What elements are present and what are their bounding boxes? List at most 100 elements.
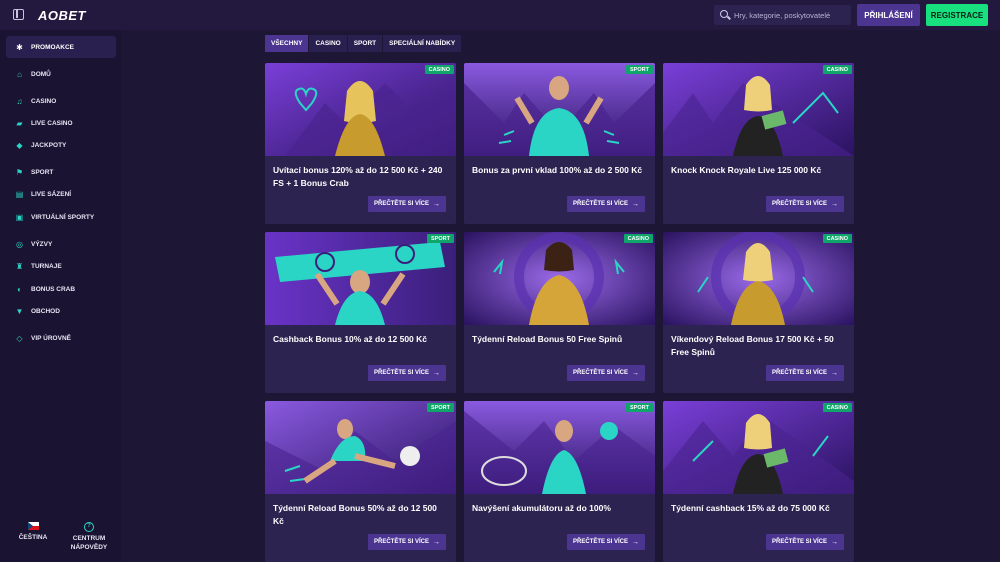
sidebar-footer: ČEŠTINA ? CENTRUM NÁPOVĚDY bbox=[0, 522, 121, 562]
promo-card[interactable]: SPORT Cashback Bonus 10% až do 12 500 Kč… bbox=[265, 232, 456, 393]
category-badge: CASINO bbox=[822, 65, 852, 74]
promo-image: CASINO bbox=[663, 232, 854, 325]
promo-card[interactable]: CASINO Týdenní cashback 15% až do 75 000… bbox=[663, 401, 854, 562]
login-button[interactable]: PŘIHLÁŠENÍ bbox=[857, 4, 920, 26]
read-more-button[interactable]: PŘEČTĚTE SI VÍCE → bbox=[566, 365, 645, 381]
category-badge: SPORT bbox=[427, 403, 454, 412]
read-more-button[interactable]: PŘEČTĚTE SI VÍCE → bbox=[765, 365, 844, 381]
help-center-link[interactable]: ? CENTRUM NÁPOVĚDY bbox=[68, 522, 110, 552]
promo-title: Týdenní Reload Bonus 50 Free Spinů bbox=[472, 334, 623, 344]
promo-image: SPORT bbox=[265, 401, 456, 494]
promo-card[interactable]: CASINO Týdenní Reload Bonus 50 Free Spin… bbox=[464, 232, 655, 393]
promo-card[interactable]: SPORT Bonus za první vklad 100% až do 2 … bbox=[464, 63, 655, 224]
promo-image: SPORT bbox=[265, 232, 456, 325]
promo-image: CASINO bbox=[663, 401, 854, 494]
brand-logo[interactable]: AOBET bbox=[38, 8, 86, 23]
sidebar-item-domu[interactable]: ⌂ DOMŮ bbox=[6, 63, 116, 85]
read-more-label: PŘEČTĚTE SI VÍCE bbox=[572, 370, 628, 376]
language-selector[interactable]: ČEŠTINA bbox=[18, 522, 48, 542]
arrow-right-icon: → bbox=[831, 538, 838, 546]
home-icon: ⌂ bbox=[17, 69, 22, 79]
crab-icon: ◐ bbox=[17, 284, 22, 294]
search-icon bbox=[720, 10, 728, 18]
read-more-label: PŘEČTĚTE SI VÍCE bbox=[373, 370, 429, 376]
read-more-button[interactable]: PŘEČTĚTE SI VÍCE → bbox=[566, 196, 645, 212]
sidebar-item-promoakce[interactable]: ✱ PROMOAKCE bbox=[6, 36, 116, 58]
sidebar-item-sport[interactable]: ⚑ SPORT bbox=[6, 161, 116, 183]
promo-title: Týdenní cashback 15% až do 75 000 Kč bbox=[671, 503, 830, 513]
promo-title: Cashback Bonus 10% až do 12 500 Kč bbox=[273, 334, 428, 344]
arrow-right-icon: → bbox=[433, 538, 440, 546]
read-more-label: PŘEČTĚTE SI VÍCE bbox=[771, 201, 827, 207]
promo-title: Týdenní Reload Bonus 50% až do 12 500 Kč bbox=[273, 503, 437, 526]
category-badge: SPORT bbox=[626, 65, 653, 74]
read-more-button[interactable]: PŘEČTĚTE SI VÍCE → bbox=[765, 196, 844, 212]
sidebar-item-vyzvy[interactable]: ◎ VÝZVY bbox=[6, 233, 116, 255]
sidebar-item-bonus-crab[interactable]: ◐ BONUS CRAB bbox=[6, 278, 116, 300]
read-more-button[interactable]: PŘEČTĚTE SI VÍCE → bbox=[367, 365, 446, 381]
category-tabs: VŠECHNY CASINO SPORT SPECIÁLNÍ NABÍDKY bbox=[265, 35, 462, 52]
promo-title: Víkendový Reload Bonus 17 500 Kč + 50 Fr… bbox=[671, 334, 834, 357]
promo-card[interactable]: CASINO Knock Knock Royale Live 125 000 K… bbox=[663, 63, 854, 224]
medal-icon: ◎ bbox=[16, 239, 23, 249]
read-more-label: PŘEČTĚTE SI VÍCE bbox=[771, 370, 827, 376]
diamond-icon: ◆ bbox=[16, 140, 23, 150]
sidebar-item-obchod[interactable]: ▼ OBCHOD bbox=[6, 300, 116, 322]
shop-icon: ▼ bbox=[15, 306, 24, 316]
promo-icon: ✱ bbox=[16, 42, 23, 52]
cards-icon: ▰ bbox=[16, 118, 23, 128]
sidebar-item-jackpoty[interactable]: ◆ JACKPOTY bbox=[6, 134, 116, 156]
trophy-icon: ♜ bbox=[15, 261, 24, 271]
promo-card[interactable]: SPORT Týdenní Reload Bonus 50% až do 12 … bbox=[265, 401, 456, 562]
sidebar-toggle-icon[interactable] bbox=[13, 9, 24, 20]
search-input[interactable] bbox=[734, 10, 849, 20]
read-more-label: PŘEČTĚTE SI VÍCE bbox=[771, 539, 827, 545]
read-more-button[interactable]: PŘEČTĚTE SI VÍCE → bbox=[765, 534, 844, 550]
tab-specialni-nabidky[interactable]: SPECIÁLNÍ NABÍDKY bbox=[383, 35, 462, 52]
category-badge: SPORT bbox=[626, 403, 653, 412]
promo-image: CASINO bbox=[265, 63, 456, 156]
read-more-label: PŘEČTĚTE SI VÍCE bbox=[572, 539, 628, 545]
sidebar-item-live-sazeni[interactable]: ▤ LIVE SÁZENÍ bbox=[6, 183, 116, 205]
sidebar-item-virtualni-sporty[interactable]: ▣ VIRTUÁLNÍ SPORTY bbox=[6, 206, 116, 228]
search-box[interactable] bbox=[714, 5, 851, 25]
sidebar-item-vip-urovne[interactable]: ◇ VIP ÚROVNĚ bbox=[6, 327, 116, 349]
category-badge: SPORT bbox=[427, 234, 454, 243]
virtual-sports-icon: ▣ bbox=[15, 212, 24, 222]
read-more-label: PŘEČTĚTE SI VÍCE bbox=[373, 539, 429, 545]
tab-vsechny[interactable]: VŠECHNY bbox=[265, 35, 309, 52]
promo-card[interactable]: CASINO Uvítací bonus 120% až do 12 500 K… bbox=[265, 63, 456, 224]
music-note-icon: ♫ bbox=[16, 96, 23, 106]
czech-flag-icon bbox=[27, 522, 39, 530]
promo-image: SPORT bbox=[464, 63, 655, 156]
promo-card[interactable]: SPORT Navýšení akumulátoru až do 100% PŘ… bbox=[464, 401, 655, 562]
category-badge: CASINO bbox=[623, 234, 653, 243]
promo-image: SPORT bbox=[464, 401, 655, 494]
read-more-label: PŘEČTĚTE SI VÍCE bbox=[373, 201, 429, 207]
sidebar-item-casino[interactable]: ♫ CASINO bbox=[6, 90, 116, 112]
sidebar-item-live-casino[interactable]: ▰ LIVE CASINO bbox=[6, 112, 116, 134]
arrow-right-icon: → bbox=[831, 369, 838, 377]
tab-sport[interactable]: SPORT bbox=[347, 35, 383, 52]
read-more-button[interactable]: PŘEČTĚTE SI VÍCE → bbox=[566, 534, 645, 550]
promo-title: Navýšení akumulátoru až do 100% bbox=[472, 503, 611, 513]
tab-casino[interactable]: CASINO bbox=[309, 35, 347, 52]
register-button[interactable]: REGISTRACE bbox=[926, 4, 988, 26]
live-betting-icon: ▤ bbox=[15, 189, 24, 199]
read-more-label: PŘEČTĚTE SI VÍCE bbox=[572, 201, 628, 207]
sidebar-item-turnaje[interactable]: ♜ TURNAJE bbox=[6, 255, 116, 277]
arrow-right-icon: → bbox=[433, 200, 440, 208]
category-badge: CASINO bbox=[822, 234, 852, 243]
read-more-button[interactable]: PŘEČTĚTE SI VÍCE → bbox=[367, 196, 446, 212]
category-badge: CASINO bbox=[424, 65, 454, 74]
promo-image: CASINO bbox=[663, 63, 854, 156]
vip-diamond-icon: ◇ bbox=[16, 333, 23, 343]
arrow-right-icon: → bbox=[632, 200, 639, 208]
promo-title: Uvítací bonus 120% až do 12 500 Kč + 240… bbox=[273, 165, 443, 188]
read-more-button[interactable]: PŘEČTĚTE SI VÍCE → bbox=[367, 534, 446, 550]
arrow-right-icon: → bbox=[831, 200, 838, 208]
promo-title: Bonus za první vklad 100% až do 2 500 Kč bbox=[472, 165, 643, 175]
promo-image: CASINO bbox=[464, 232, 655, 325]
arrow-right-icon: → bbox=[433, 369, 440, 377]
promo-card[interactable]: CASINO Víkendový Reload Bonus 17 500 Kč … bbox=[663, 232, 854, 393]
